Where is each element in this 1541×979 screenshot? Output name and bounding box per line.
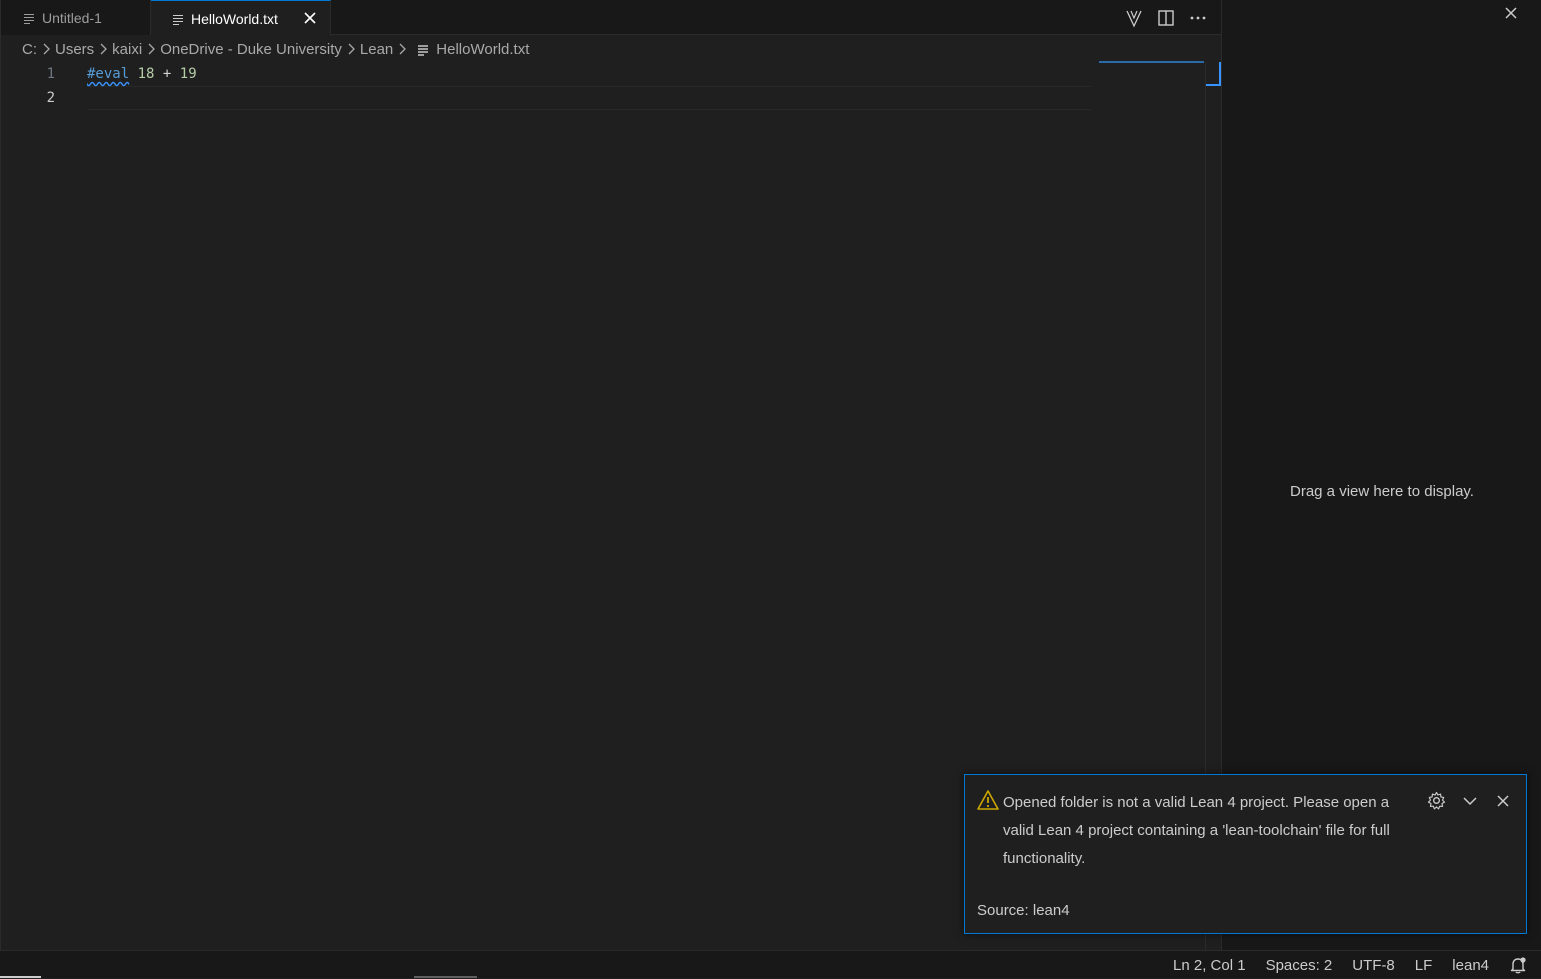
warning-icon [977,789,999,811]
file-icon [417,43,429,56]
status-bar: Ln 2, Col 1 Spaces: 2 UTF-8 LF lean4 [0,950,1541,978]
chevron-right-icon [144,43,158,55]
close-icon[interactable] [301,9,319,27]
breadcrumb-item-lean[interactable]: Lean [360,41,393,58]
notification-source: Source: lean4 [977,902,1070,919]
breadcrumb-item-onedrive[interactable]: OneDrive - Duke University [160,41,342,58]
bell-dot-icon[interactable] [1509,956,1527,974]
tab-helloworld[interactable]: HelloWorld.txt [151,0,331,36]
editor-actions [1124,0,1208,35]
tab-untitled-1[interactable]: Untitled-1 [1,0,151,35]
file-icon [172,13,184,25]
code-line-current[interactable] [87,86,1092,110]
cursor-position[interactable]: Ln 2, Col 1 [1173,957,1246,974]
file-encoding[interactable]: UTF-8 [1352,957,1395,974]
tab-bar: Untitled-1 HelloWorld.txt [1,0,1222,36]
line-number-gutter: 1 2 [1,62,71,110]
split-editor-icon[interactable] [1156,8,1176,28]
number-token: 18 [137,66,155,82]
line-number: 2 [46,90,55,106]
code-line[interactable]: #eval 18 + 19 [87,62,1092,86]
status-bar-items: Ln 2, Col 1 Spaces: 2 UTF-8 LF lean4 [1173,951,1527,979]
end-of-line[interactable]: LF [1415,957,1433,974]
notification-message: Opened folder is not a valid Lean 4 proj… [1003,794,1390,867]
chevron-down-icon[interactable] [1460,791,1479,810]
chevron-right-icon [395,43,409,55]
notification-toast: Opened folder is not a valid Lean 4 proj… [964,774,1527,934]
scrollbar-cursor-marker [1206,62,1222,86]
minimap[interactable] [1099,61,1204,63]
lean-infoview-icon[interactable] [1124,8,1144,28]
close-icon[interactable] [1502,4,1520,22]
breadcrumb-item-kaixi[interactable]: kaixi [112,41,142,58]
chevron-right-icon [344,43,358,55]
tab-label: HelloWorld.txt [191,10,278,27]
code-editor[interactable]: #eval 18 + 19 [87,62,1092,110]
chevron-right-icon [96,43,110,55]
chevron-right-icon [39,43,53,55]
breadcrumb-item-users[interactable]: Users [55,41,94,58]
language-mode[interactable]: lean4 [1452,957,1489,974]
operator-token: + [162,66,172,82]
more-actions-icon[interactable] [1188,8,1208,28]
breadcrumb-item-drive[interactable]: C: [22,41,37,58]
line-number: 1 [46,66,55,82]
empty-view-message: Drag a view here to display. [1290,483,1474,500]
indentation-setting[interactable]: Spaces: 2 [1266,957,1333,974]
tab-label: Untitled-1 [42,9,102,26]
breadcrumb: C: Users kaixi OneDrive - Duke Universit… [22,38,529,60]
gear-icon[interactable] [1427,791,1446,810]
notification-actions [1427,791,1512,810]
file-icon [23,12,35,24]
number-token: 19 [179,66,197,82]
close-icon[interactable] [1493,791,1512,810]
breadcrumb-item-file[interactable]: HelloWorld.txt [436,41,529,58]
keyword-token: #eval [87,66,130,82]
